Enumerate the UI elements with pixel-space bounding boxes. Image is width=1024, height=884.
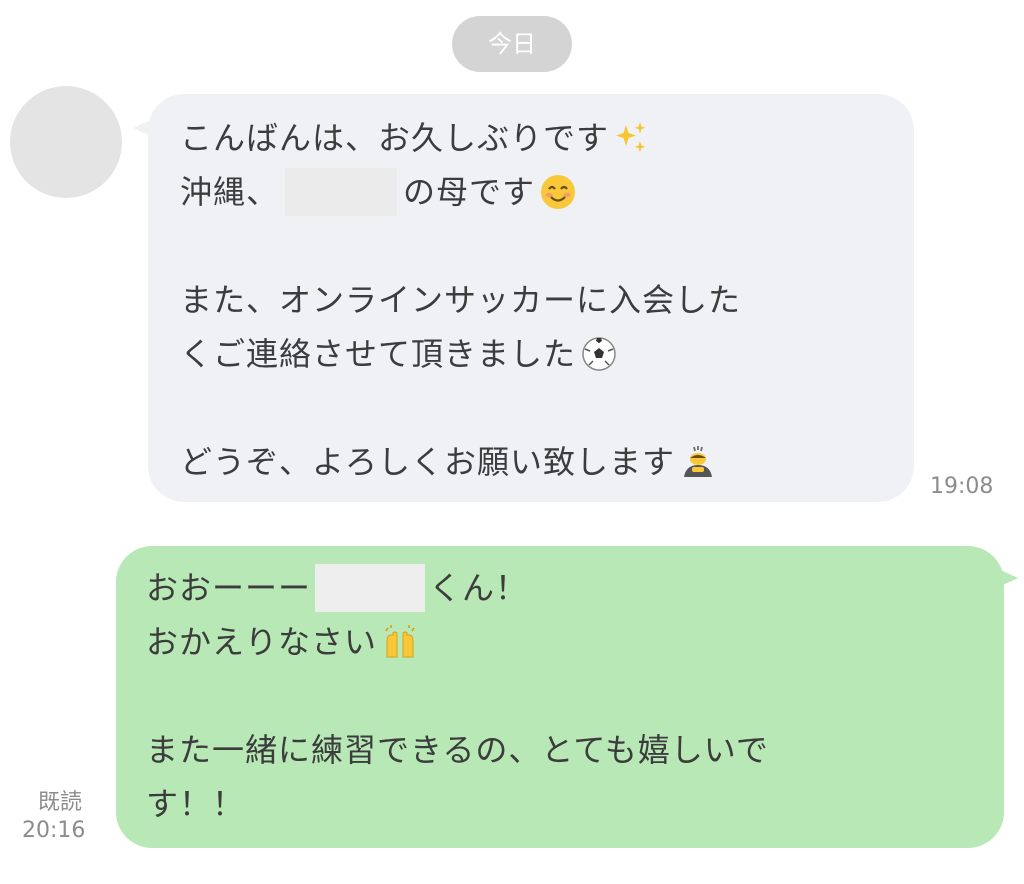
sparkles-icon (613, 119, 651, 157)
outgoing-timestamp: 20:16 (22, 818, 86, 843)
message-text: どうぞ、よろしくお願い致します (180, 443, 676, 481)
message-text: 沖縄、 (180, 173, 280, 211)
message-line: どうぞ、よろしくお願い致します (180, 435, 890, 489)
outgoing-message-bubble[interactable]: おおーーー くん！ おかえりなさい また一緒に練習できるの、とても嬉しいで す！… (116, 546, 1004, 848)
message-line: おおーーー くん！ (146, 561, 980, 615)
read-receipt: 既読 (38, 790, 83, 815)
message-line: す！！ (146, 777, 980, 831)
message-text: くん！ (429, 569, 529, 607)
message-text: また、オンラインサッカーに入会した (180, 281, 742, 319)
incoming-timestamp: 19:08 (930, 474, 994, 499)
message-line: くご連絡させて頂きました (180, 327, 890, 381)
message-text: おかえりなさい (146, 623, 378, 661)
sender-avatar[interactable] (10, 86, 122, 198)
message-line: こんばんは、お久しぶりです (180, 111, 890, 165)
date-separator: 今日 (452, 16, 572, 72)
redacted-name (315, 564, 426, 612)
incoming-message-bubble[interactable]: こんばんは、お久しぶりです 沖縄、 の母です また、オンラインサッカーに入会した… (148, 94, 914, 502)
message-line: また一緒に練習できるの、とても嬉しいで (146, 723, 980, 777)
message-text: こんばんは、お久しぶりです (180, 119, 610, 157)
bowing-person-icon (679, 443, 717, 481)
soccer-ball-icon (580, 335, 618, 373)
message-text: くご連絡させて頂きました (180, 335, 577, 373)
message-text: の母です (403, 173, 536, 211)
message-text: おおーーー (146, 569, 312, 607)
message-text: す！！ (146, 785, 246, 823)
message-line: また、オンラインサッカーに入会した (180, 273, 890, 327)
message-line: 沖縄、 の母です (180, 165, 890, 219)
message-text: また一緒に練習できるの、とても嬉しいで (146, 731, 769, 769)
redacted-name (285, 168, 398, 216)
raising-hands-icon (381, 623, 419, 661)
message-line: おかえりなさい (146, 615, 980, 669)
smiling-face-icon (539, 173, 577, 211)
